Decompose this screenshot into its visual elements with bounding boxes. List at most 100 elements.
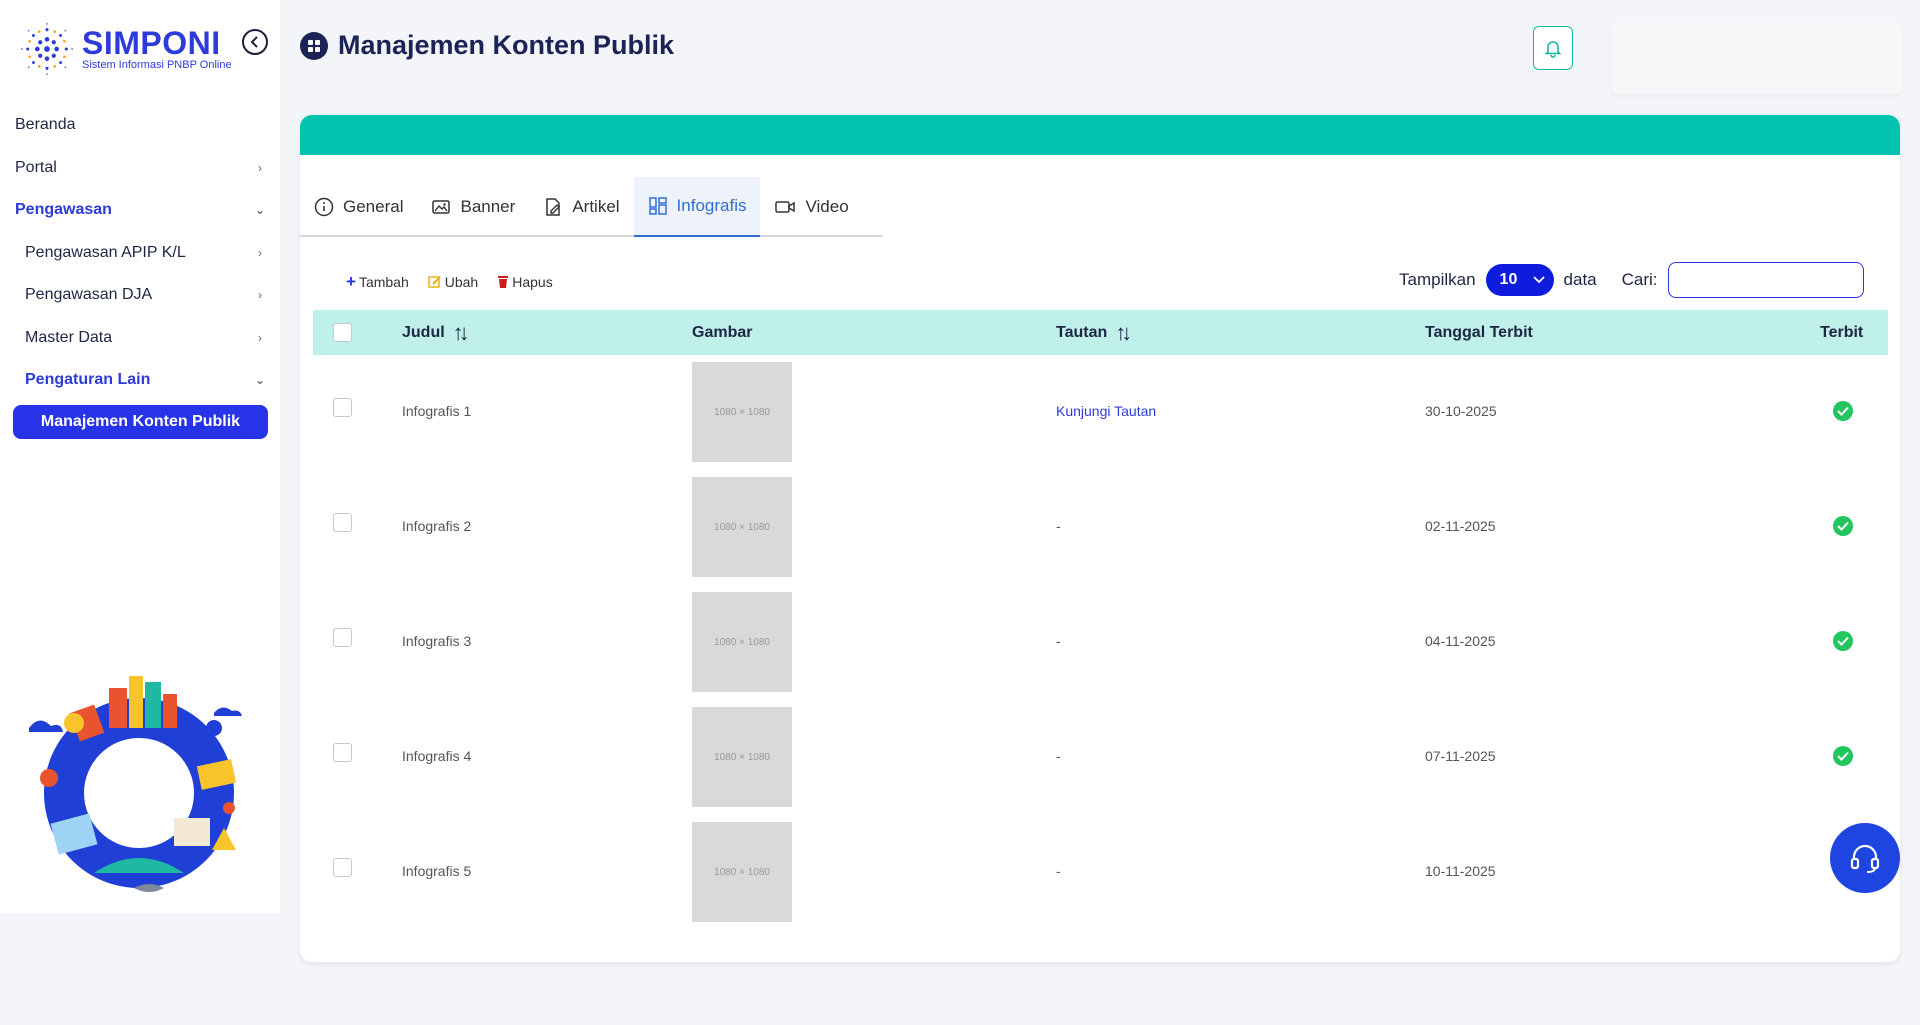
select-all-cell xyxy=(333,323,352,342)
sidebar-item-label: Pengawasan APIP K/L xyxy=(25,243,186,261)
row-title: Infografis 4 xyxy=(402,748,472,764)
add-button[interactable]: + Tambah xyxy=(346,272,409,292)
card-header-bar xyxy=(300,115,1900,155)
table-row[interactable]: Infografis 2 1080 × 1080 - 02-11-2025 xyxy=(313,470,1888,585)
bell-icon xyxy=(1544,41,1562,58)
sidebar: SIMPONI Sistem Informasi PNBP Online Ber… xyxy=(0,0,280,913)
headset-icon xyxy=(1850,844,1880,873)
edit-label: Ubah xyxy=(444,274,479,290)
sidebar-item-pengawasan-dja[interactable]: Pengawasan DJA › xyxy=(0,274,280,317)
row-thumbnail: 1080 × 1080 xyxy=(692,477,792,577)
image-icon xyxy=(432,200,451,214)
row-link[interactable]: Kunjungi Tautan xyxy=(1056,403,1156,419)
add-label: Tambah xyxy=(358,274,409,290)
info-icon xyxy=(314,197,334,217)
row-checkbox[interactable] xyxy=(333,858,352,877)
column-header-label: Judul xyxy=(402,323,445,341)
page-title: Manajemen Konten Publik xyxy=(300,30,674,61)
row-link: - xyxy=(1056,633,1061,649)
infografis-table: Judul ↑↓ Gambar Tautan ↑↓ Tanggal Terbit… xyxy=(313,310,1888,930)
tab-artikel[interactable]: Artikel xyxy=(529,177,633,237)
content-tabs: General Banner Artikel Infografis Video xyxy=(300,177,883,237)
brand-subtitle: Sistem Informasi PNBP Online xyxy=(82,58,232,71)
brand-logo[interactable]: SIMPONI Sistem Informasi PNBP Online xyxy=(18,18,238,80)
row-date: 30-10-2025 xyxy=(1425,403,1497,419)
tab-video[interactable]: Video xyxy=(760,177,862,237)
search-input[interactable] xyxy=(1667,262,1864,298)
sidebar-item-portal[interactable]: Portal › xyxy=(0,147,280,190)
table-row[interactable]: Infografis 5 1080 × 1080 - 10-11-2025 xyxy=(313,815,1888,930)
row-thumbnail: 1080 × 1080 xyxy=(692,707,792,807)
tab-banner[interactable]: Banner xyxy=(417,177,529,237)
plus-icon: + xyxy=(346,272,356,291)
search-label: Cari: xyxy=(1621,270,1658,289)
column-header-published: Terbit xyxy=(1820,324,1863,342)
column-header-image: Gambar xyxy=(692,324,752,342)
page-size-value: 10 xyxy=(1499,271,1518,288)
delete-button[interactable]: Hapus xyxy=(497,274,553,290)
row-date: 02-11-2025 xyxy=(1425,518,1496,534)
tab-label: Artikel xyxy=(572,197,620,216)
user-menu[interactable] xyxy=(1612,22,1902,94)
sidebar-item-pengawasan[interactable]: Pengawasan ⌄ xyxy=(0,189,280,232)
row-checkbox[interactable] xyxy=(333,513,352,532)
sidebar-item-pengawasan-apip[interactable]: Pengawasan APIP K/L › xyxy=(0,232,280,275)
tab-label: Video xyxy=(805,197,849,216)
sidebar-item-label: Master Data xyxy=(25,328,113,346)
row-date: 10-11-2025 xyxy=(1425,863,1496,879)
sidebar-item-beranda[interactable]: Beranda xyxy=(0,104,280,147)
table-header: Judul ↑↓ Gambar Tautan ↑↓ Tanggal Terbit… xyxy=(313,310,1888,355)
column-header-label: Tautan xyxy=(1056,323,1108,341)
column-header-label: Terbit xyxy=(1820,323,1864,341)
row-checkbox[interactable] xyxy=(333,743,352,762)
tab-general[interactable]: General xyxy=(300,177,417,237)
tab-label: Banner xyxy=(460,197,516,216)
row-thumbnail: 1080 × 1080 xyxy=(692,592,792,692)
page-title-text: Manajemen Konten Publik xyxy=(338,30,675,60)
row-link: - xyxy=(1056,518,1061,534)
row-date: 07-11-2025 xyxy=(1425,748,1496,764)
row-checkbox[interactable] xyxy=(333,398,352,417)
sort-icon[interactable]: ↑↓ xyxy=(1115,320,1132,346)
chevron-right-icon: › xyxy=(258,245,262,260)
sidebar-collapse-button[interactable] xyxy=(242,29,268,55)
table-row[interactable]: Infografis 1 1080 × 1080 Kunjungi Tautan… xyxy=(313,355,1888,470)
tab-infografis[interactable]: Infografis xyxy=(633,177,761,237)
chevron-right-icon: › xyxy=(258,330,262,345)
check-circle-icon xyxy=(1833,516,1853,536)
sidebar-item-manajemen-konten-publik[interactable]: Manajemen Konten Publik xyxy=(13,404,268,439)
notification-button[interactable] xyxy=(1533,26,1573,70)
sidebar-item-pengaturan-lain[interactable]: Pengaturan Lain ⌄ xyxy=(0,359,280,402)
show-after-label: data xyxy=(1563,270,1597,289)
help-support-button[interactable] xyxy=(1830,823,1900,893)
chevron-down-icon xyxy=(1532,276,1545,284)
select-all-checkbox[interactable] xyxy=(333,323,352,342)
video-icon xyxy=(775,201,796,213)
column-header-date: Tanggal Terbit xyxy=(1425,324,1533,342)
column-header-label: Tanggal Terbit xyxy=(1425,323,1533,341)
row-checkbox[interactable] xyxy=(333,628,352,647)
page-size-select[interactable]: 10 xyxy=(1485,264,1554,296)
sidebar-item-label: Manajemen Konten Publik xyxy=(40,412,241,430)
table-row[interactable]: Infografis 4 1080 × 1080 - 07-11-2025 xyxy=(313,700,1888,815)
table-row[interactable]: Infografis 3 1080 × 1080 - 04-11-2025 xyxy=(313,585,1888,700)
row-link: - xyxy=(1056,748,1061,764)
content-card: General Banner Artikel Infografis Video … xyxy=(300,115,1900,962)
tab-label: General xyxy=(343,197,404,216)
show-label: Tampilkan xyxy=(1399,270,1476,289)
check-circle-icon xyxy=(1833,631,1853,651)
chevron-down-icon: ⌄ xyxy=(254,203,266,218)
edit-button[interactable]: Ubah xyxy=(428,274,478,290)
sidebar-item-master-data[interactable]: Master Data › xyxy=(0,317,280,360)
logo-dots-icon xyxy=(20,22,74,76)
row-title: Infografis 2 xyxy=(402,518,472,534)
sidebar-item-label: Beranda xyxy=(15,116,76,134)
column-header-link[interactable]: Tautan ↑↓ xyxy=(1056,320,1132,346)
row-date: 04-11-2025 xyxy=(1425,633,1496,649)
column-header-title[interactable]: Judul ↑↓ xyxy=(402,320,470,346)
chevron-right-icon: › xyxy=(258,288,262,303)
sort-icon[interactable]: ↑↓ xyxy=(453,320,470,346)
check-circle-icon xyxy=(1833,746,1853,766)
page-size-control: Tampilkan 10 data Cari: xyxy=(1399,262,1864,298)
sidebar-item-label: Pengaturan Lain xyxy=(25,371,151,389)
